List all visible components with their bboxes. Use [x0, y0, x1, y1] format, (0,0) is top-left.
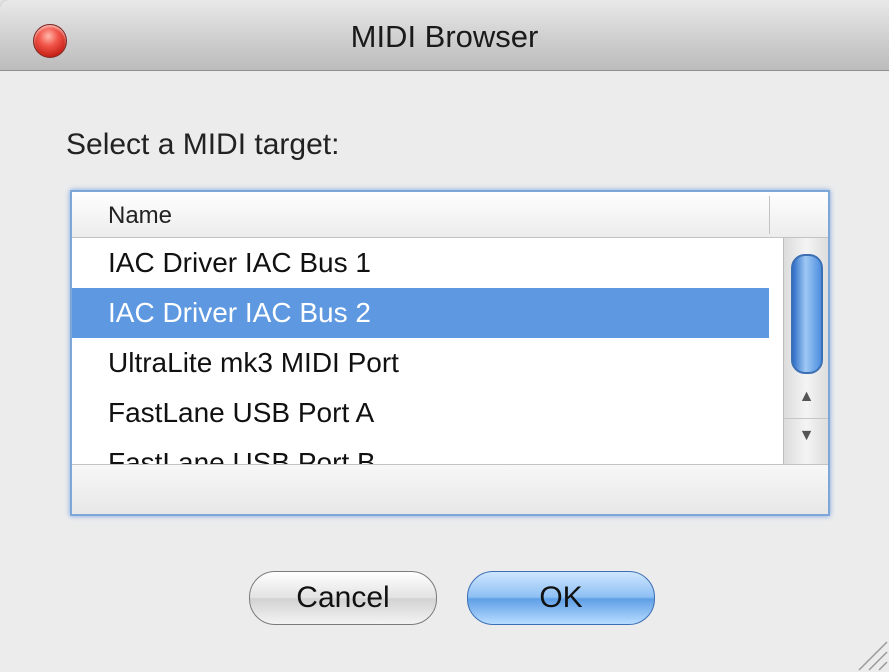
cancel-button[interactable]: Cancel	[249, 571, 437, 625]
midi-browser-window: MIDI Browser Select a MIDI target: Name …	[0, 0, 889, 672]
list-rows: IAC Driver IAC Bus 1 IAC Driver IAC Bus …	[72, 238, 769, 464]
scroll-up-arrow-icon[interactable]: ▲	[784, 380, 828, 414]
ok-button[interactable]: OK	[467, 571, 655, 625]
vertical-scrollbar[interactable]: ▲ ▼	[783, 238, 828, 464]
list-header: Name	[72, 192, 828, 238]
list-item-selected[interactable]: IAC Driver IAC Bus 2	[72, 288, 769, 338]
midi-target-list[interactable]: Name IAC Driver IAC Bus 1 IAC Driver IAC…	[70, 190, 830, 516]
window-title: MIDI Browser	[350, 19, 539, 54]
title-bar[interactable]: MIDI Browser	[0, 0, 889, 71]
scroll-thumb[interactable]	[791, 254, 823, 374]
column-header-name[interactable]: Name	[108, 192, 172, 237]
list-item[interactable]: FastLane USB Port A	[72, 388, 769, 438]
scroll-down-arrow-icon[interactable]: ▼	[784, 418, 828, 453]
resize-grip-icon[interactable]	[849, 632, 889, 672]
list-item[interactable]: UltraLite mk3 MIDI Port	[72, 338, 769, 388]
list-item[interactable]: IAC Driver IAC Bus 1	[72, 238, 769, 288]
horizontal-scroll-area	[72, 464, 828, 514]
prompt-label: Select a MIDI target:	[66, 128, 340, 161]
header-divider	[769, 196, 770, 234]
list-item[interactable]: FastLane USB Port B	[72, 438, 769, 464]
